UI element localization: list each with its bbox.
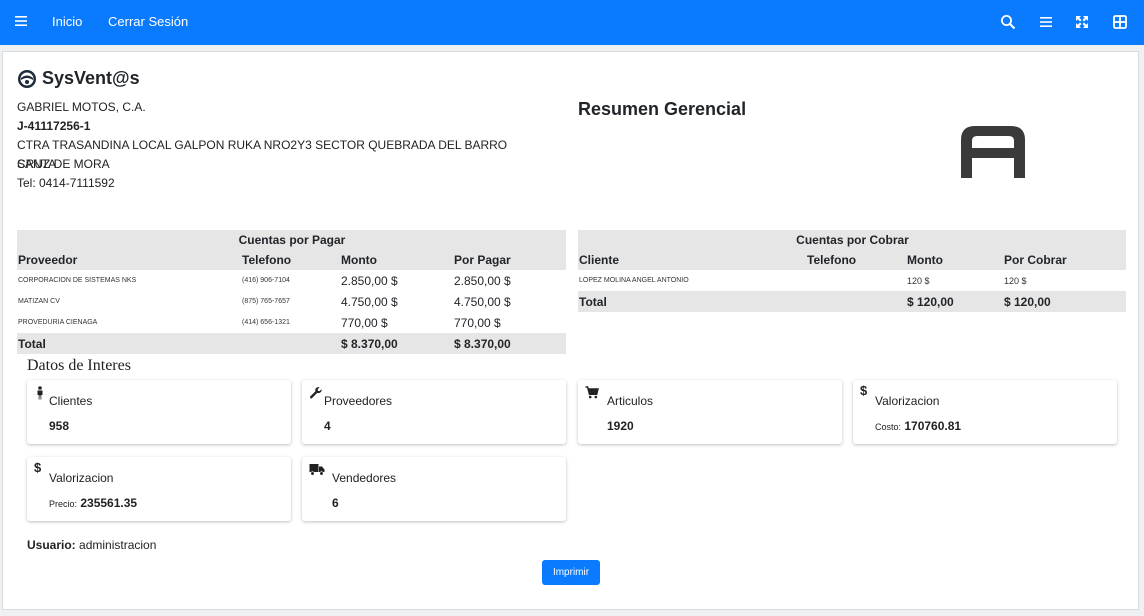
stat-label: Articulos bbox=[607, 394, 654, 408]
receivables-header-monto: Monto bbox=[906, 250, 1003, 270]
stat-value: Precio: 235561.35 bbox=[49, 496, 137, 510]
stat-card-proveedores: Proveedores 4 bbox=[302, 380, 566, 444]
stat-label: Proveedores bbox=[324, 394, 393, 408]
receivables-title: Cuentas por Cobrar bbox=[578, 230, 1126, 250]
table-row: LOPEZ MOLINA ANGEL ANTONIO 120 $ 120 $ bbox=[578, 270, 1126, 291]
company-a-logo-icon bbox=[958, 124, 1028, 180]
payable-phone: (875) 765-7657 bbox=[242, 298, 290, 305]
print-button[interactable]: Imprimir bbox=[542, 560, 600, 585]
receivables-total-label: Total bbox=[578, 291, 806, 312]
dollar-icon: $ bbox=[860, 383, 868, 398]
payable-provider: PROVEDURIA CIENAGA bbox=[18, 319, 98, 326]
wrench-icon bbox=[309, 386, 322, 399]
stat-number: 6 bbox=[332, 496, 339, 510]
company-name: GABRIEL MOTOS, C.A. bbox=[17, 100, 146, 114]
payables-table: Cuentas por Pagar Proveedor Telefono Mon… bbox=[17, 230, 566, 354]
payable-phone: (414) 656-1321 bbox=[242, 319, 290, 326]
list-icon[interactable] bbox=[1038, 14, 1054, 30]
table-row: CORPORACION DE SISTEMAS NKS (416) 906-71… bbox=[17, 270, 566, 291]
stat-number: 1920 bbox=[607, 419, 634, 433]
truck-icon bbox=[309, 463, 325, 476]
payable-due: 2.850,00 $ bbox=[454, 273, 511, 288]
receivable-due: 120 $ bbox=[1004, 275, 1027, 286]
payables-total-row: Total $ 8.370,00 $ 8.370,00 bbox=[17, 333, 566, 354]
company-rif: J-41117256-1 bbox=[17, 119, 91, 133]
stat-card-clientes: Clientes 958 bbox=[27, 380, 291, 444]
sysventas-logo-icon bbox=[17, 69, 37, 89]
stat-label: Valorizacion bbox=[875, 394, 940, 408]
stat-label: Clientes bbox=[49, 394, 93, 408]
stat-value: 4 bbox=[324, 419, 331, 433]
user-label: Usuario: bbox=[27, 538, 76, 552]
brand: SysVent@s bbox=[17, 68, 140, 89]
receivables-header-por-cobrar: Por Cobrar bbox=[1003, 250, 1126, 270]
nav-link-inicio[interactable]: Inicio bbox=[52, 14, 82, 30]
company-address-line2: CRUZ DE MORA bbox=[17, 157, 110, 171]
payable-amount: 4.750,00 $ bbox=[341, 294, 398, 309]
report-title: Resumen Gerencial bbox=[578, 99, 747, 119]
stat-card-vendedores: Vendedores 6 bbox=[302, 457, 566, 521]
nav-link-cerrar-sesion[interactable]: Cerrar Sesión bbox=[108, 14, 188, 30]
receivables-table: Cuentas por Cobrar Cliente Telefono Mont… bbox=[578, 230, 1126, 312]
stat-number: 4 bbox=[324, 419, 331, 433]
receivable-phone bbox=[806, 270, 906, 291]
grid-icon[interactable] bbox=[1112, 14, 1128, 30]
receivables-header-telefono: Telefono bbox=[806, 250, 906, 270]
current-user: Usuario: administracion bbox=[27, 538, 156, 552]
stat-label: Vendedores bbox=[332, 471, 397, 485]
top-navbar: Inicio Cerrar Sesión bbox=[0, 0, 1144, 45]
brand-name: SysVent@s bbox=[42, 68, 140, 88]
payable-phone: (416) 906-7104 bbox=[242, 277, 290, 284]
stat-value: 958 bbox=[49, 419, 69, 433]
stat-prefix: Precio: bbox=[49, 499, 78, 509]
stat-label: Valorizacion bbox=[49, 471, 114, 485]
payable-provider: MATIZAN CV bbox=[18, 298, 60, 305]
stat-number: 958 bbox=[49, 419, 70, 433]
search-icon[interactable] bbox=[1000, 14, 1016, 30]
payables-total-label: Total bbox=[17, 333, 241, 354]
hamburger-icon[interactable] bbox=[14, 14, 28, 28]
cart-icon bbox=[585, 386, 599, 399]
payables-title: Cuentas por Pagar bbox=[17, 230, 566, 250]
table-row: PROVEDURIA CIENAGA (414) 656-1321 770,00… bbox=[17, 312, 566, 333]
stat-number: 235561.35 bbox=[80, 496, 138, 510]
person-icon bbox=[34, 386, 46, 400]
stat-value: Costo: 170760.81 bbox=[875, 419, 961, 433]
payable-provider: CORPORACION DE SISTEMAS NKS bbox=[18, 277, 137, 284]
receivables-total-amount: $ 120,00 bbox=[906, 291, 1003, 312]
stat-card-valorizacion-costo: $ Valorizacion Costo: 170760.81 bbox=[853, 380, 1117, 444]
receivable-client: LOPEZ MOLINA ANGEL ANTONIO bbox=[579, 277, 689, 284]
payables-header-proveedor: Proveedor bbox=[17, 250, 241, 270]
user-value: administracion bbox=[79, 538, 157, 552]
fullscreen-icon[interactable] bbox=[1074, 14, 1090, 30]
stat-prefix: Costo: bbox=[875, 422, 902, 432]
payable-amount: 770,00 $ bbox=[341, 315, 388, 330]
receivables-header-cliente: Cliente bbox=[578, 250, 806, 270]
stat-number: 170760.81 bbox=[904, 419, 962, 433]
receivables-total-due: $ 120,00 bbox=[1003, 291, 1126, 312]
payables-header-por-pagar: Por Pagar bbox=[453, 250, 566, 270]
payable-amount: 2.850,00 $ bbox=[341, 273, 398, 288]
dollar-icon: $ bbox=[34, 460, 42, 475]
stat-card-valorizacion-precio: $ Valorizacion Precio: 235561.35 bbox=[27, 457, 291, 521]
stat-card-articulos: Articulos 1920 bbox=[578, 380, 842, 444]
stat-value: 6 bbox=[332, 496, 339, 510]
stat-value: 1920 bbox=[607, 419, 634, 433]
interest-section-title: Datos de Interes bbox=[27, 357, 131, 374]
receivable-amount: 120 $ bbox=[907, 275, 930, 286]
payable-due: 4.750,00 $ bbox=[454, 294, 511, 309]
payables-total-due: $ 8.370,00 bbox=[453, 333, 566, 354]
payable-due: 770,00 $ bbox=[454, 315, 501, 330]
company-phone: Tel: 0414-7111592 bbox=[17, 176, 115, 190]
table-row: MATIZAN CV (875) 765-7657 4.750,00 $ 4.7… bbox=[17, 291, 566, 312]
payables-header-monto: Monto bbox=[340, 250, 453, 270]
payables-header-telefono: Telefono bbox=[241, 250, 340, 270]
report-card: SysVent@s GABRIEL MOTOS, C.A. J-41117256… bbox=[2, 51, 1139, 610]
receivables-total-row: Total $ 120,00 $ 120,00 bbox=[578, 291, 1126, 312]
payables-total-amount: $ 8.370,00 bbox=[340, 333, 453, 354]
